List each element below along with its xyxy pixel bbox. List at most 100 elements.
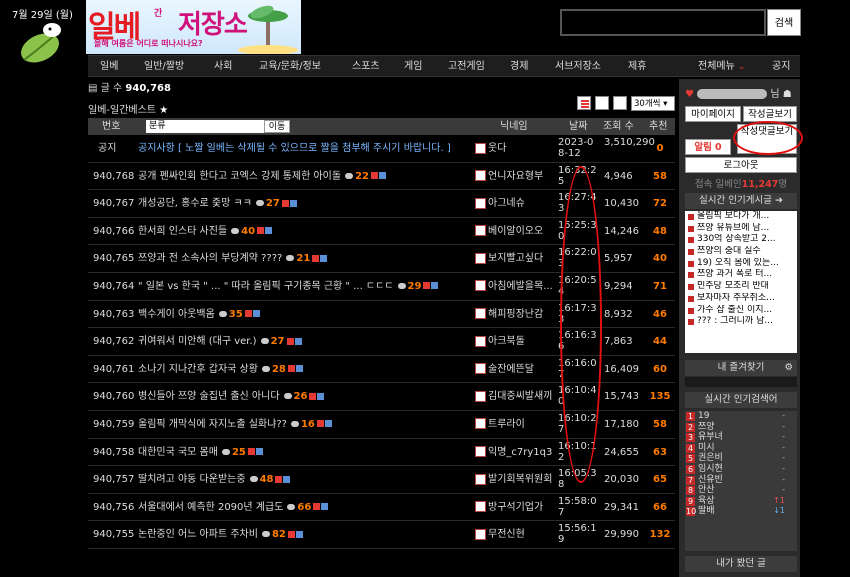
- comment-count[interactable]: 29: [408, 281, 422, 292]
- post-author[interactable]: 트루라이: [475, 411, 525, 438]
- notice-row[interactable]: 공지 공지사항 [ 노짤 일베는 삭제될 수 있으므로 짤을 첨부해 주시기 바…: [88, 135, 675, 163]
- post-author[interactable]: 언니자요형부: [475, 163, 543, 190]
- nav-item-education[interactable]: 교육/문화/정보: [259, 56, 321, 78]
- hot-keyword-item[interactable]: 6 임시현 -: [685, 464, 797, 475]
- nav-item-society[interactable]: 사회: [214, 56, 232, 78]
- nav-all-menu[interactable]: 전체메뉴 ⌄: [698, 56, 746, 78]
- comment-count[interactable]: 48: [260, 474, 274, 485]
- comment-count[interactable]: 35: [229, 309, 243, 320]
- post-author[interactable]: 방구석기업가: [475, 494, 543, 521]
- my-page-button[interactable]: 마이페이지: [685, 106, 741, 122]
- comment-count[interactable]: 82: [272, 529, 286, 540]
- online-count: 접속 일베인11,247명: [685, 176, 797, 190]
- post-author[interactable]: 술잔에뜬달: [475, 356, 534, 383]
- star-icon[interactable]: ★: [159, 105, 168, 116]
- leaf-mascot-logo[interactable]: [14, 20, 70, 68]
- hot-post-item[interactable]: 19) 오직 몸에 있는...: [685, 258, 797, 270]
- post-title[interactable]: " 일본 vs 한국 " ... " 따라 올림픽 구기종목 근황 " ... …: [138, 281, 394, 292]
- post-title[interactable]: 서울대에서 예측한 2090년 계급도: [138, 502, 283, 513]
- nav-item-sub-storage[interactable]: 서브저장소: [555, 56, 601, 78]
- gear-icon[interactable]: ⚙: [784, 360, 793, 376]
- post-author[interactable]: 김대중씨발새끼: [475, 383, 552, 410]
- nav-item-general[interactable]: 일반/짤방: [144, 56, 184, 78]
- post-author[interactable]: 발기회복위원회: [475, 466, 552, 493]
- card-view-button[interactable]: [613, 96, 627, 110]
- hot-post-item[interactable]: 가수 샵 출신 이지...: [685, 305, 797, 317]
- post-title[interactable]: 소나기 지나간후 갑자국 상황: [138, 364, 258, 375]
- list-view-button[interactable]: [577, 96, 591, 110]
- post-title[interactable]: 개성공단, 홍수로 줒망 ㅋㅋ: [138, 198, 252, 209]
- notice-title[interactable]: 공지사항 [ 노짤 일베는 삭제될 수 있으므로 짤을 첨부해 주시기 바랍니다…: [138, 135, 451, 162]
- comment-count[interactable]: 26: [294, 391, 308, 402]
- post-author[interactable]: 베이알이오오: [475, 218, 543, 245]
- hot-post-item[interactable]: 쯔양 유튜브에 남...: [685, 223, 797, 235]
- site-banner-logo[interactable]: 일베 간 저장소 올해 여름은 어디로 떠나시나요?: [86, 0, 301, 54]
- user-level-icon: [475, 446, 486, 458]
- comment-count[interactable]: 16: [301, 419, 315, 430]
- table-row[interactable]: 940,755 논란중인 어느 아파트 주차비 82 무전신현 15:56:19 29,9…: [88, 521, 675, 549]
- hot-post-item[interactable]: 쯔양 과거 폭로 터...: [685, 269, 797, 281]
- comment-count[interactable]: 28: [272, 364, 286, 375]
- post-title[interactable]: 공개 펜싸인회 한다고 코엑스 강제 통제한 아이돌: [138, 171, 341, 182]
- post-title[interactable]: 병신들아 쯔양 술집년 출신 아니다: [138, 391, 280, 402]
- post-views: 9,294: [604, 280, 633, 292]
- nav-item-games[interactable]: 게임: [404, 56, 422, 78]
- post-author[interactable]: 아침에발을목...: [475, 273, 553, 300]
- hot-post-item[interactable]: 올림픽 보다가 개...: [685, 211, 797, 223]
- hot-post-item[interactable]: 민주당 모조리 반대: [685, 281, 797, 293]
- notice-author[interactable]: 웃다: [475, 135, 506, 162]
- grid-view-button[interactable]: [595, 96, 609, 110]
- post-title[interactable]: 귀여워서 미안해 (대구 ver.): [138, 336, 257, 347]
- post-author[interactable]: 아크북돌: [475, 328, 525, 355]
- search-input[interactable]: [560, 9, 766, 36]
- hot-keyword-item[interactable]: 5 권은비 -: [685, 453, 797, 464]
- nav-item-retro-games[interactable]: 고전게임: [448, 56, 485, 78]
- hot-post-item[interactable]: 보자마자 주우취소...: [685, 293, 797, 305]
- hot-posts-title[interactable]: 실시간 인기게시글 ➔: [685, 193, 797, 209]
- nav-item-ilbe[interactable]: 일베: [100, 56, 118, 78]
- hot-post-item[interactable]: 330억 상속받고 2...: [685, 234, 797, 246]
- post-title[interactable]: 쯔양과 전 소속사의 부당계약 ????: [138, 253, 282, 264]
- post-author[interactable]: 해피핑장난감: [475, 301, 543, 328]
- post-recommend: 48: [653, 225, 667, 237]
- per-page-select[interactable]: 30개씩 ▾: [631, 96, 675, 111]
- nav-item-sports[interactable]: 스포츠: [352, 56, 380, 78]
- post-author[interactable]: 무전신현: [475, 521, 525, 548]
- hot-keyword-item[interactable]: 8 안산 -: [685, 485, 797, 496]
- hot-keyword-item[interactable]: 4 미시 -: [685, 443, 797, 454]
- hot-keyword-item[interactable]: 1 19 -: [685, 411, 797, 422]
- hot-keyword-item[interactable]: 2 쯔양 -: [685, 422, 797, 433]
- post-author[interactable]: 아그네슈: [475, 190, 525, 217]
- hot-post-item[interactable]: ??? : 그러니까 남...: [685, 316, 797, 328]
- hot-keyword-item[interactable]: 10 딸배 ↓1: [685, 506, 797, 517]
- hot-keyword-item[interactable]: 7 신유빈 -: [685, 475, 797, 486]
- alarm-button[interactable]: 알림 0: [685, 139, 731, 155]
- logout-button[interactable]: 로그아웃: [685, 157, 797, 173]
- search-button[interactable]: 검색: [767, 9, 801, 36]
- post-title[interactable]: 논란중인 어느 아파트 주차비: [138, 529, 258, 540]
- post-title[interactable]: 올림픽 개막식에 자지노출 실화냐??: [138, 419, 287, 430]
- post-title[interactable]: 한서희 인스타 사진들: [138, 226, 227, 237]
- table-row[interactable]: 940,756 서울대에서 예측한 2090년 계급도 66 방구석기업가 15:58:…: [88, 494, 675, 522]
- comment-count[interactable]: 25: [232, 447, 246, 458]
- comment-count[interactable]: 22: [355, 171, 369, 182]
- post-author[interactable]: 익명_c7ry1q3: [475, 439, 552, 466]
- post-author[interactable]: 보지빨고싶다: [475, 245, 543, 272]
- post-title[interactable]: 대한민국 국모 몸매: [138, 447, 218, 458]
- hot-keyword-item[interactable]: 3 유부녀 -: [685, 432, 797, 443]
- post-recommend: 60: [653, 363, 667, 375]
- comment-count[interactable]: 40: [241, 226, 255, 237]
- nav-item-economy[interactable]: 경제: [510, 56, 528, 78]
- nav-notice[interactable]: 공지: [772, 56, 790, 78]
- post-title[interactable]: 딸치려고 야동 다운받는중: [138, 474, 246, 485]
- hot-keyword-item[interactable]: 9 육상 ↑1: [685, 496, 797, 507]
- post-title[interactable]: 백수게이 아웃백옴: [138, 309, 215, 320]
- comment-count[interactable]: 21: [296, 253, 310, 264]
- move-button[interactable]: 이동: [264, 120, 290, 133]
- my-posts-button[interactable]: 작성글보기: [743, 106, 797, 122]
- hot-post-item[interactable]: 쯔양의 중대 실수: [685, 246, 797, 258]
- nav-item-partners[interactable]: 제휴: [628, 56, 646, 78]
- comment-count[interactable]: 27: [266, 198, 280, 209]
- comment-count[interactable]: 66: [297, 502, 311, 513]
- comment-count[interactable]: 27: [271, 336, 285, 347]
